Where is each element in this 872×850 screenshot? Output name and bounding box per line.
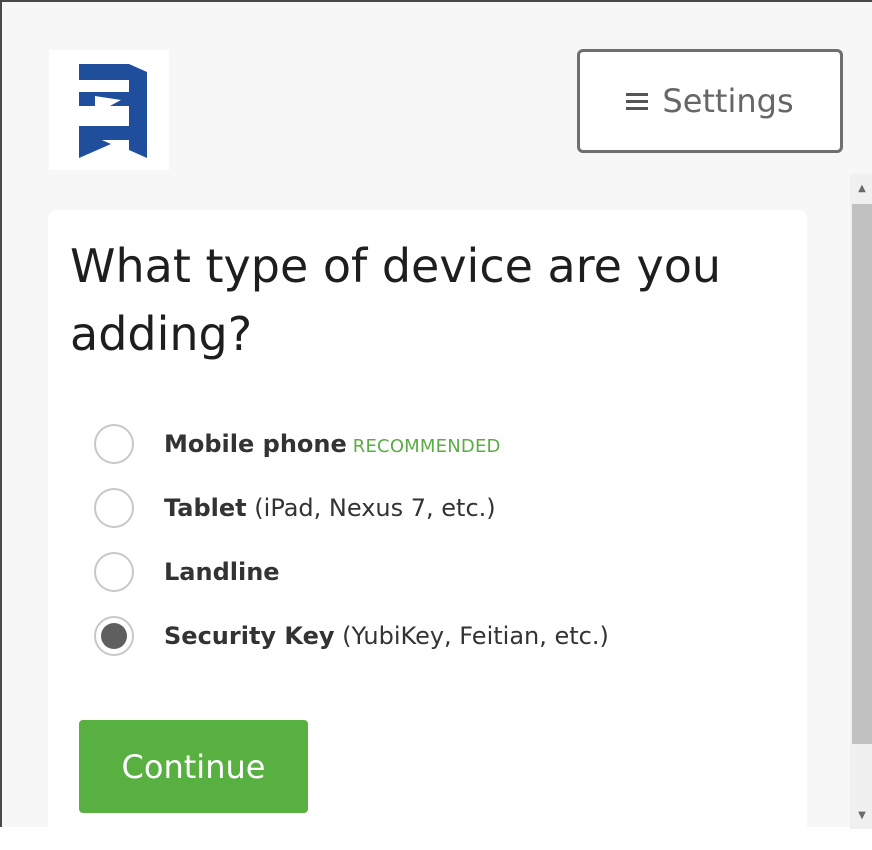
settings-label: Settings xyxy=(662,82,794,120)
logo-icon xyxy=(79,64,147,158)
scroll-up-arrow-icon[interactable]: ▲ xyxy=(850,176,872,200)
vertical-scrollbar[interactable]: ▲ ▼ xyxy=(850,174,872,829)
scroll-thumb[interactable] xyxy=(852,204,872,744)
device-type-card: What type of device are you adding? Mobi… xyxy=(48,210,807,850)
option-tablet[interactable]: Tablet (iPad, Nexus 7, etc.) xyxy=(94,484,496,532)
option-label: Landline xyxy=(164,558,280,586)
option-landline[interactable]: Landline xyxy=(94,548,280,596)
radio-tablet[interactable] xyxy=(94,488,134,528)
option-note: (YubiKey, Feitian, etc.) xyxy=(342,622,609,650)
radio-security-key[interactable] xyxy=(94,616,134,656)
radio-mobile-phone[interactable] xyxy=(94,424,134,464)
settings-button[interactable]: Settings xyxy=(577,49,843,153)
scroll-down-arrow-icon[interactable]: ▼ xyxy=(850,803,872,827)
option-label: Tablet xyxy=(164,494,247,522)
radio-landline[interactable] xyxy=(94,552,134,592)
option-security-key[interactable]: Security Key (YubiKey, Feitian, etc.) xyxy=(94,612,609,660)
continue-button[interactable]: Continue xyxy=(79,720,308,813)
option-label: Mobile phone xyxy=(164,430,347,458)
recommended-badge: RECOMMENDED xyxy=(352,436,501,457)
device-setup-frame: Settings ▲ ▼ What type of device are you… xyxy=(0,0,872,850)
hamburger-menu-icon xyxy=(626,92,649,110)
brand-logo xyxy=(49,50,169,170)
option-note: (iPad, Nexus 7, etc.) xyxy=(254,494,496,522)
option-mobile-phone[interactable]: Mobile phone RECOMMENDED xyxy=(94,420,501,468)
page-title: What type of device are you adding? xyxy=(70,239,722,361)
option-label: Security Key xyxy=(164,622,335,650)
